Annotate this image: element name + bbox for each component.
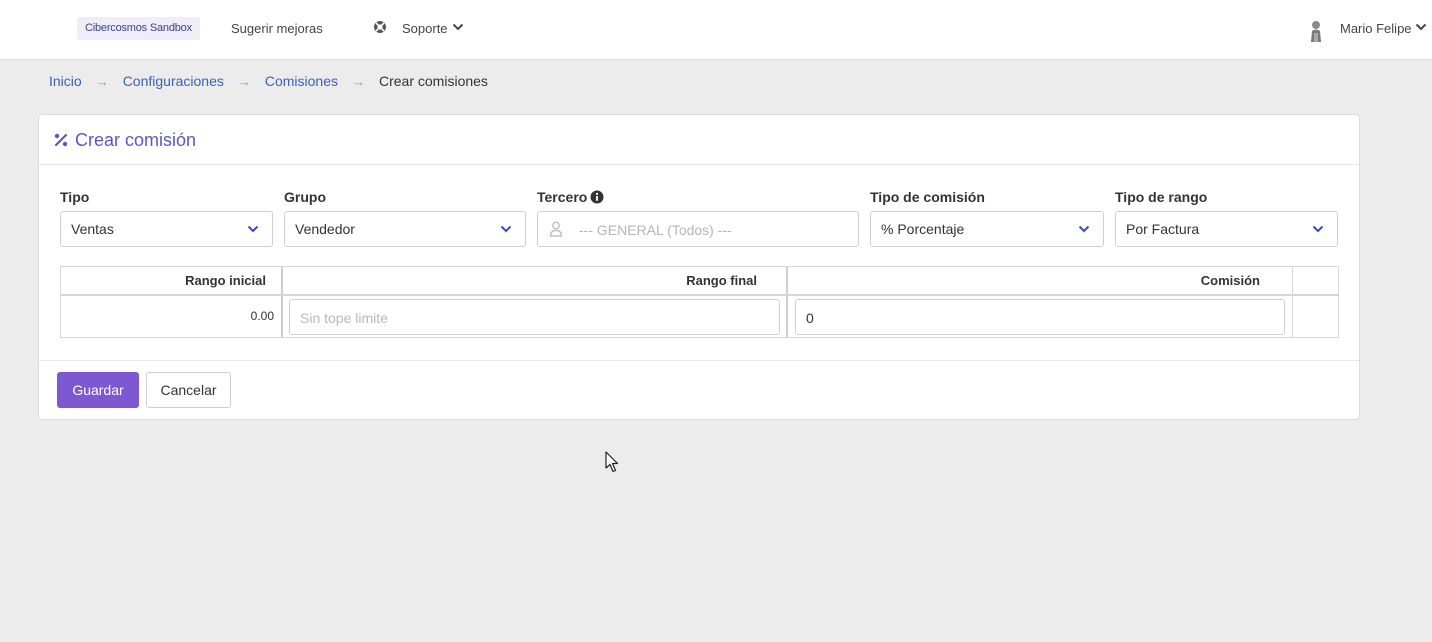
column-divider [786,267,788,337]
tipo-select[interactable]: Ventas [60,211,273,247]
grupo-label: Grupo [284,189,326,205]
lifebuoy-icon[interactable] [373,20,387,34]
rango-final-input[interactable]: Sin tope limite [289,299,780,335]
column-divider [1292,267,1293,337]
breadcrumb-current: Crear comisiones [379,73,488,89]
header-rango-final: Rango final [686,273,757,288]
breadcrumb-separator: → [237,73,251,89]
environment-badge: Cibercosmos Sandbox [77,17,200,40]
tipo-select-value: Ventas [71,221,114,237]
save-button[interactable]: Guardar [57,372,139,408]
header-divider [61,294,1338,296]
breadcrumb-separator: → [95,73,109,89]
breadcrumb-separator: → [352,73,365,89]
chevron-down-icon[interactable] [452,22,464,32]
grupo-select[interactable]: Vendedor [284,211,526,247]
support-menu[interactable]: Soporte [402,21,448,36]
page-title: Crear comisión [75,130,197,150]
percent-icon [54,133,68,147]
tercero-label: Tercero [537,189,588,205]
mouse-cursor-icon [605,451,619,473]
header-comision: Comisión [1200,273,1260,288]
create-commission-card: Crear comisión Tipo Grupo Tercero Tipo d… [38,114,1360,420]
breadcrumb-link-comisiones[interactable]: Comisiones [265,73,338,89]
user-icon [549,221,563,237]
commission-range-table: Rango inicial Rango final Comisión 0.00 … [60,266,1339,338]
tipo-rango-select[interactable]: Por Factura [1115,211,1338,247]
suggest-improvements-link[interactable]: Sugerir mejoras [231,21,323,36]
header-rango-inicial: Rango inicial [185,273,266,288]
column-divider [281,267,283,337]
chevron-down-icon [500,225,512,233]
footer-divider [39,360,1359,361]
tipo-comision-label: Tipo de comisión [870,189,985,205]
rango-inicial-value: 0.00 [250,309,274,323]
chevron-down-icon [1078,225,1090,233]
chevron-down-icon [1312,225,1324,233]
comision-input[interactable]: 0 [795,299,1285,335]
breadcrumb-link-inicio[interactable]: Inicio [49,73,82,89]
tipo-comision-select[interactable]: % Porcentaje [870,211,1104,247]
top-bar: Cibercosmos Sandbox Sugerir mejoras Sopo… [0,0,1432,60]
tipo-rango-select-value: Por Factura [1126,221,1200,237]
cancel-button[interactable]: Cancelar [146,372,231,408]
breadcrumb-link-configuraciones[interactable]: Configuraciones [123,73,224,89]
tipo-label: Tipo [60,189,90,205]
tipo-rango-label: Tipo de rango [1115,189,1208,205]
avatar[interactable] [1308,18,1324,42]
chevron-down-icon [247,225,259,233]
grupo-select-value: Vendedor [295,221,355,237]
tercero-placeholder: --- GENERAL (Todos) --- [579,222,732,238]
tipo-comision-select-value: % Porcentaje [881,221,965,237]
card-header: Crear comisión [39,115,1359,165]
user-name[interactable]: Mario Felipe [1340,21,1412,36]
breadcrumb: Inicio → Configuraciones → Comisiones → … [49,73,488,89]
chevron-down-icon[interactable] [1415,22,1427,32]
info-icon[interactable] [590,190,604,204]
tercero-search-field[interactable]: --- GENERAL (Todos) --- [537,211,859,247]
